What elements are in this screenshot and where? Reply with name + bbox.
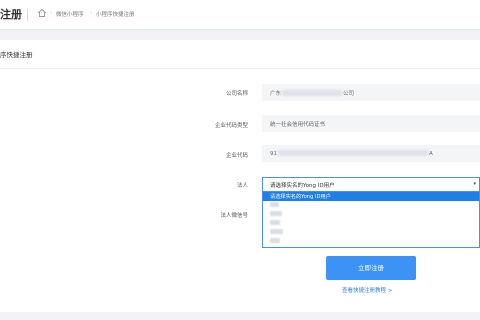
- company-code-suffix: A: [429, 151, 433, 157]
- panel-title: 序快捷注册: [0, 51, 33, 59]
- company-code-label: 企业代码: [225, 153, 248, 159]
- tutorial-link[interactable]: 查看快捷注册教程 >: [342, 286, 392, 294]
- breadcrumb-separator: ›: [90, 10, 93, 16]
- breadcrumb-item-mini-program[interactable]: 微信小程序: [56, 10, 84, 18]
- company-name-label: 公司名称: [225, 91, 248, 97]
- legal-person-select[interactable]: 请选择实名的Yong ID用户 ▾: [262, 177, 480, 192]
- company-name-prefix: 广东: [270, 91, 282, 97]
- dropdown-option[interactable]: [263, 219, 479, 228]
- company-name-field: 广东 公司: [262, 84, 480, 101]
- top-bar: 注册 › 微信小程序 › 小程序快捷注册: [0, 0, 480, 30]
- legal-person-label: 法人: [236, 183, 248, 189]
- company-code-field: 91 A: [262, 145, 480, 162]
- legal-person-dropdown: 请选择实名的Yong ID用户: [262, 192, 480, 248]
- cert-type-label: 企业代码类型: [214, 123, 248, 129]
- dropdown-option[interactable]: [263, 210, 479, 219]
- home-icon[interactable]: [37, 8, 47, 18]
- breadcrumb-separator: ›: [50, 10, 53, 16]
- breadcrumb-item-quick-register: 小程序快捷注册: [96, 12, 135, 18]
- legal-wechat-label: 法人微信号: [220, 213, 248, 219]
- register-button[interactable]: 立即注册: [326, 256, 416, 280]
- redacted-text: [282, 90, 343, 96]
- dropdown-option[interactable]: [263, 228, 479, 237]
- chevron-down-icon[interactable]: ▾: [473, 181, 476, 187]
- company-code-prefix: 91: [270, 151, 277, 157]
- dropdown-option[interactable]: [263, 201, 479, 210]
- cert-type-field: 统一社会信用代码证书: [262, 115, 480, 132]
- page-title: 注册: [0, 8, 22, 21]
- redacted-text: [278, 150, 428, 156]
- legal-person-selected-value: 请选择实名的Yong ID用户: [270, 183, 335, 189]
- company-name-suffix: 公司: [343, 91, 355, 97]
- divider: [0, 68, 480, 69]
- divider: [27, 9, 28, 21]
- dropdown-option[interactable]: [263, 237, 479, 246]
- dropdown-option[interactable]: 请选择实名的Yong ID用户: [263, 192, 479, 201]
